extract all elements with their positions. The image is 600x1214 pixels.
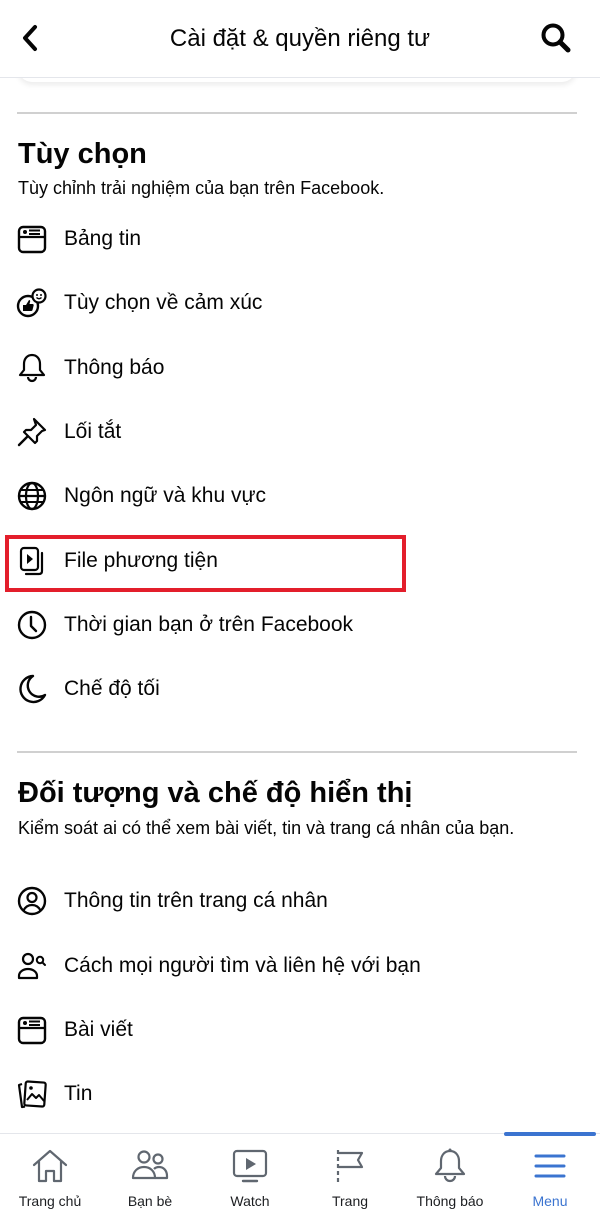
settings-item-stories[interactable]: Tin: [0, 1066, 600, 1122]
bell-icon: [16, 352, 48, 384]
nav-menu[interactable]: Menu: [500, 1132, 600, 1214]
settings-item-media[interactable]: File phương tiện: [0, 533, 600, 589]
nav-home[interactable]: Trang chủ: [0, 1134, 100, 1214]
item-label: Thông báo: [64, 356, 165, 379]
page-title: Cài đặt & quyền riêng tư: [169, 25, 431, 52]
media-icon: [16, 545, 48, 577]
section-subtitle-audience-visibility: Kiểm soát ai có thể xem bài viết, tin và…: [18, 818, 515, 838]
section-divider: [17, 112, 577, 114]
item-label: Cách mọi người tìm và liên hệ với bạn: [64, 954, 421, 977]
nav-label: Menu: [532, 1193, 568, 1209]
item-label: Thông tin trên trang cá nhân: [64, 889, 328, 912]
watch-icon: [230, 1146, 270, 1186]
item-label: Tin: [64, 1082, 93, 1105]
bell-icon: [430, 1146, 470, 1186]
nav-label: Bạn bè: [127, 1193, 173, 1209]
section-subtitle-preferences: Tùy chỉnh trải nghiệm của bạn trên Faceb…: [18, 178, 385, 198]
globe-icon: [16, 480, 48, 512]
profile-icon: [16, 885, 48, 917]
nav-label: Watch: [230, 1193, 270, 1209]
nav-notifications[interactable]: Thông báo: [400, 1134, 500, 1214]
nav-pages[interactable]: Trang: [300, 1134, 400, 1214]
bottom-navigation: Trang chủ Bạn bè Watch Trang Thông báo M…: [0, 1132, 600, 1214]
flag-icon: [330, 1146, 370, 1186]
section-title-audience-visibility: Đối tượng và chế độ hiển thị: [18, 777, 413, 809]
settings-item-language-region[interactable]: Ngôn ngữ và khu vực: [0, 468, 600, 524]
item-label: Thời gian bạn ở trên Facebook: [64, 613, 354, 636]
section-divider: [17, 751, 577, 753]
item-label: Bảng tin: [64, 227, 142, 250]
clock-icon: [16, 609, 48, 641]
search-button[interactable]: [538, 20, 574, 56]
settings-item-time-on-facebook[interactable]: Thời gian bạn ở trên Facebook: [0, 597, 600, 653]
settings-item-dark-mode[interactable]: Chế độ tối: [0, 661, 600, 717]
settings-item-shortcuts[interactable]: Lối tắt: [0, 404, 600, 460]
news-feed-icon: [16, 223, 48, 255]
stories-icon: [16, 1078, 48, 1110]
item-label: Tùy chọn về cảm xúc: [64, 291, 263, 314]
settings-item-posts[interactable]: Bài viết: [0, 1002, 600, 1058]
search-icon: [541, 23, 571, 53]
item-label: Lối tắt: [64, 420, 122, 443]
settings-item-notifications[interactable]: Thông báo: [0, 340, 600, 396]
pin-icon: [16, 416, 48, 448]
menu-icon: [530, 1146, 570, 1186]
nav-label: Trang chủ: [18, 1193, 82, 1209]
nav-watch[interactable]: Watch: [200, 1134, 300, 1214]
moon-icon: [16, 673, 48, 705]
nav-label: Trang: [331, 1193, 369, 1209]
nav-friends[interactable]: Bạn bè: [100, 1134, 200, 1214]
active-tab-indicator: [504, 1132, 596, 1136]
item-label: File phương tiện: [64, 549, 218, 572]
posts-icon: [16, 1014, 48, 1046]
top-bar: Cài đặt & quyền riêng tư: [0, 0, 600, 78]
find-people-icon: [16, 950, 48, 982]
friends-icon: [130, 1146, 170, 1186]
item-label: Chế độ tối: [64, 677, 160, 700]
item-label: Ngôn ngữ và khu vực: [64, 484, 267, 507]
nav-label: Thông báo: [416, 1193, 484, 1209]
settings-item-profile-info[interactable]: Thông tin trên trang cá nhân: [0, 873, 600, 929]
settings-item-news-feed[interactable]: Bảng tin: [0, 211, 600, 267]
settings-item-reactions[interactable]: Tùy chọn về cảm xúc: [0, 275, 600, 331]
settings-item-find-contact[interactable]: Cách mọi người tìm và liên hệ với bạn: [0, 938, 600, 994]
reactions-icon: [16, 287, 48, 319]
item-label: Bài viết: [64, 1018, 133, 1041]
section-title-preferences: Tùy chọn: [18, 138, 147, 170]
home-icon: [30, 1146, 70, 1186]
